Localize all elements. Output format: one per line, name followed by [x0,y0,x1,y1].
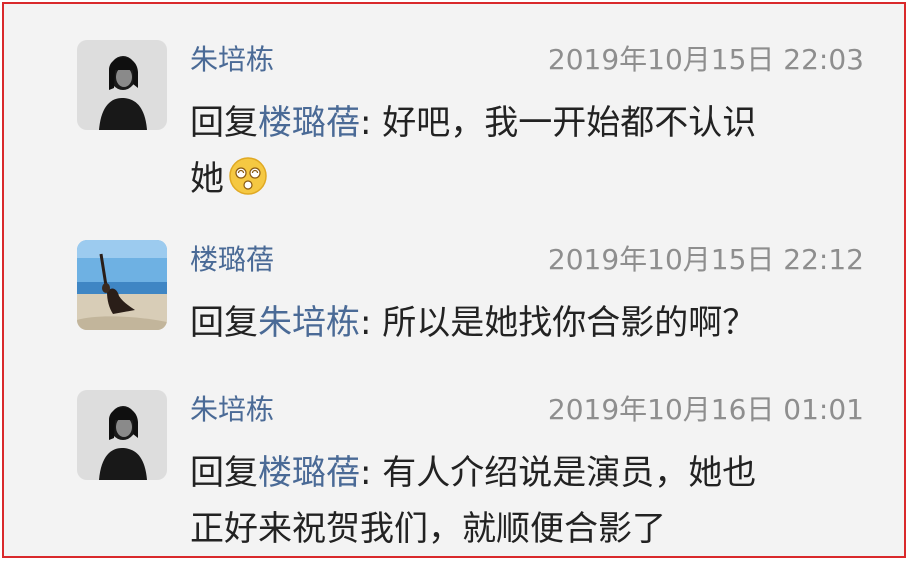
mention-link[interactable]: 楼璐蓓 [258,453,360,493]
mention-link[interactable]: 朱培栋 [258,303,360,343]
comment-text-line1: : 好吧，我一开始都不认识 [360,103,757,143]
avatar[interactable] [77,390,167,480]
reply-prefix: 回复 [190,103,258,143]
screenshot-frame: 朱培栋 2019年10月15日 22:03 回复楼璐蓓: 好吧，我一开始都不认识… [2,2,906,558]
comment-author[interactable]: 楼璐蓓 [190,240,274,280]
avatar-photo-icon [77,40,167,130]
comment-timestamp: 2019年10月15日 22:12 [547,243,864,276]
avatar[interactable] [77,40,167,130]
comment-text-line2: 正好来祝贺我们，就顺便合影了 [190,509,666,549]
avatar[interactable] [77,240,167,330]
comment-text-line1: : 有人介绍说是演员，她也 [360,453,757,493]
comment-timestamp: 2019年10月16日 01:01 [547,393,864,426]
reply-prefix: 回复 [190,453,258,493]
mention-link[interactable]: 楼璐蓓 [258,103,360,143]
comment-author[interactable]: 朱培栋 [190,390,274,430]
comment-body: 回复楼璐蓓: 有人介绍说是演员，她也 正好来祝贺我们，就顺便合影了 [190,445,880,557]
avatar-photo-icon [77,390,167,480]
comment-body: 回复楼璐蓓: 好吧，我一开始都不认识 她 [190,95,880,207]
reply-prefix: 回复 [190,303,258,343]
comment-timestamp: 2019年10月15日 22:03 [547,43,864,76]
comment-text-line1: : 所以是她找你合影的啊？ [360,303,757,343]
comment-author[interactable]: 朱培栋 [190,40,274,80]
dizzy-face-emoji-icon [228,156,268,196]
avatar-photo-icon [77,240,167,330]
comment-text-line2: 她 [190,159,224,199]
comment-body: 回复朱培栋: 所以是她找你合影的啊？ [190,295,880,351]
